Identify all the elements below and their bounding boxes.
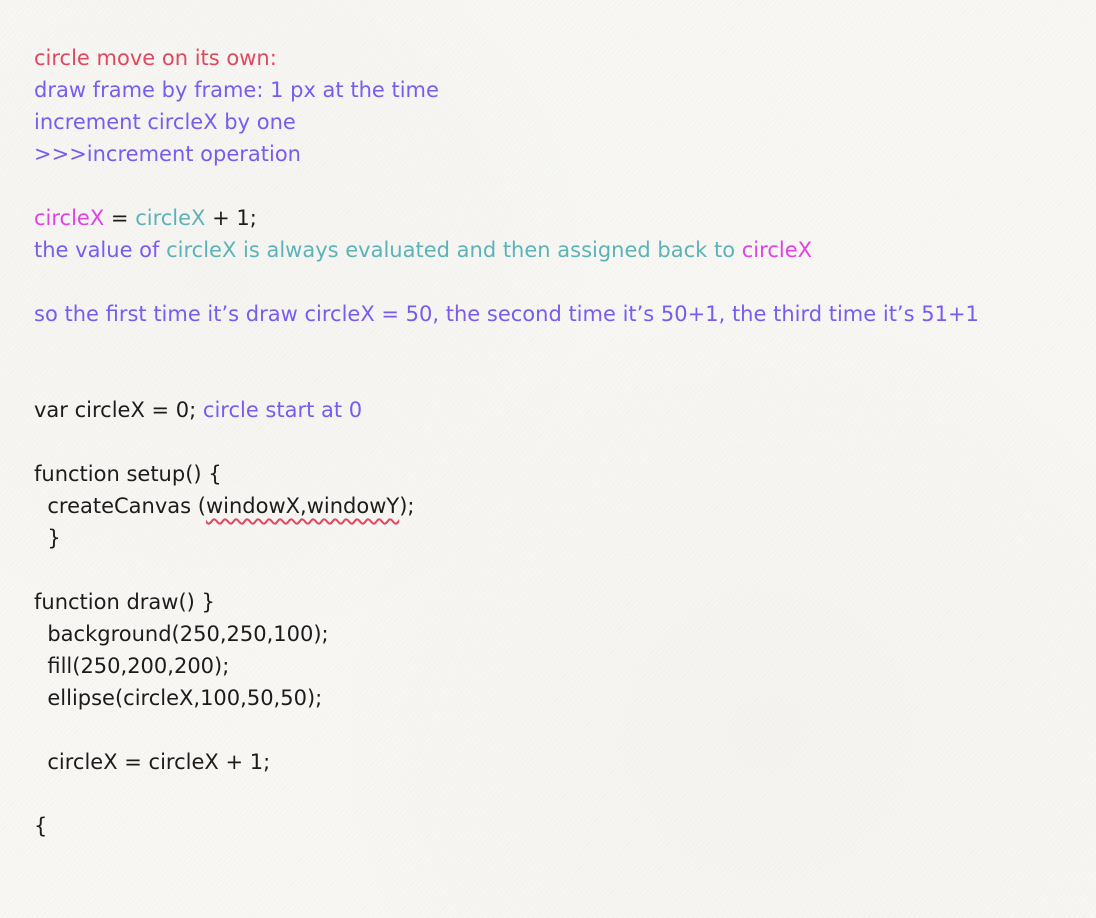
code-closing-brace: { <box>34 814 48 838</box>
assignment-line: circleX = circleX + 1; <box>34 204 257 232</box>
assignment-equals: = <box>104 206 136 230</box>
code-draw-open: function draw() } <box>34 590 215 614</box>
code-ellipse: ellipse(circleX,100,50,50); <box>34 686 323 710</box>
note-line-3: increment circleX by one <box>34 110 296 134</box>
explanation-line: the value of circleX is always evaluated… <box>34 236 812 264</box>
example-line: so the first time it’s draw circleX = 50… <box>34 302 979 326</box>
note-line-4: >>>increment operation <box>34 142 301 166</box>
code-create-canvas-pre: createCanvas ( <box>34 494 206 518</box>
code-var-comment: circle start at 0 <box>202 398 363 422</box>
code-increment: circleX = circleX + 1; <box>34 750 271 774</box>
assignment-rest: + 1; <box>205 206 257 230</box>
assignment-rhs: circleX <box>135 206 206 230</box>
code-setup-open: function setup() { <box>34 462 222 486</box>
code-var-line: var circleX = 0; circle start at 0 <box>34 396 362 424</box>
note-line-2: draw frame by frame: 1 px at the time <box>34 78 439 102</box>
code-setup-close: } <box>34 526 61 550</box>
explanation-part-b: circleX is always evaluated and then ass… <box>166 238 742 262</box>
code-fill: fill(250,200,200); <box>34 654 230 678</box>
code-create-canvas: createCanvas (windowX,windowY); <box>34 492 415 520</box>
spellcheck-underlined-args: windowX,windowY <box>205 494 400 518</box>
explanation-part-a: the value of <box>34 238 167 262</box>
code-create-canvas-post: ); <box>399 494 415 518</box>
explanation-part-c: circleX <box>741 238 813 262</box>
code-var-declaration: var circleX = 0; <box>34 398 203 422</box>
code-background: background(250,250,100); <box>34 622 329 646</box>
assignment-lhs: circleX <box>34 206 105 230</box>
note-line-1: circle move on its own: <box>34 46 277 70</box>
